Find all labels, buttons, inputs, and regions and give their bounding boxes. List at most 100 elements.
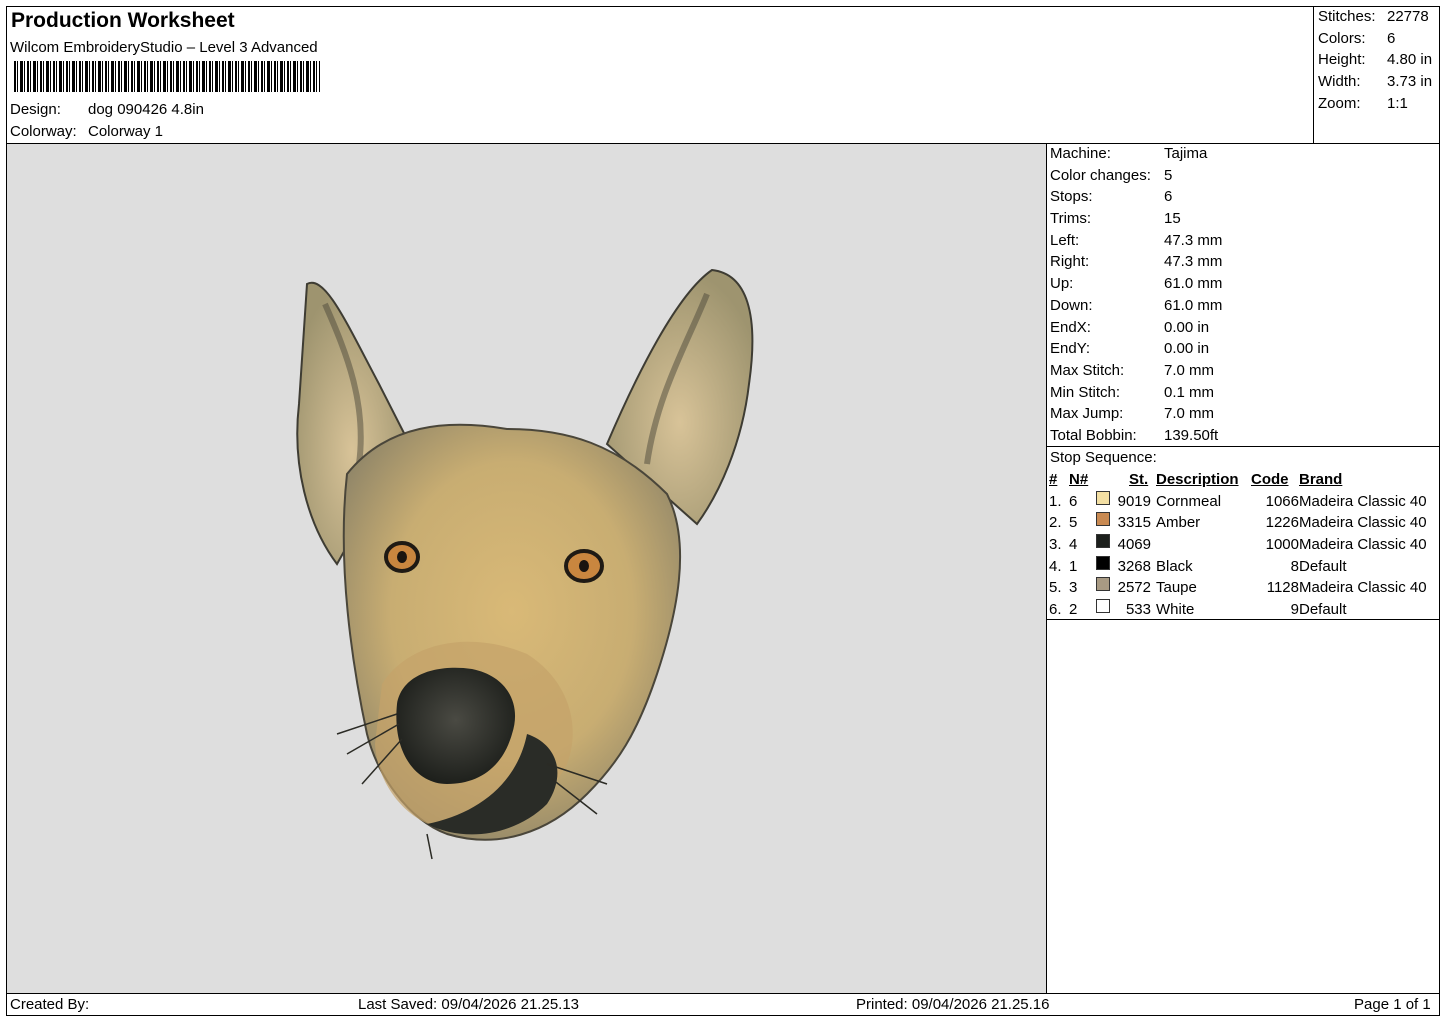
summary-row-label: Stitches: bbox=[1318, 8, 1376, 25]
stop-sequence-row: 4. 1 3268 Black 8 Default bbox=[1049, 555, 1441, 578]
footer-printed: Printed: 09/04/2026 21.25.16 bbox=[856, 996, 1050, 1013]
stop-index: 2. bbox=[1049, 514, 1062, 532]
thread-description: Cornmeal bbox=[1156, 492, 1222, 510]
machine-info-row-label: Color changes: bbox=[1050, 166, 1151, 184]
thread-description: Taupe bbox=[1156, 579, 1197, 597]
stitch-count: 4069 bbox=[1117, 536, 1151, 554]
footer-frame bbox=[6, 993, 1440, 1016]
design-preview-image bbox=[296, 268, 754, 860]
column-header: Code bbox=[1251, 471, 1289, 488]
machine-info-row-label: Left: bbox=[1050, 231, 1080, 249]
machine-info-row-label: Machine: bbox=[1050, 145, 1111, 162]
machine-info-row: Total Bobbin: 139.50ft bbox=[1050, 425, 1438, 447]
stop-index: 1. bbox=[1049, 492, 1062, 510]
stop-sequence-title: Stop Sequence: bbox=[1050, 449, 1157, 466]
summary-row-label: Width: bbox=[1318, 73, 1361, 91]
thread-code: 1128 bbox=[1266, 579, 1299, 597]
machine-info-row-value: 6 bbox=[1164, 188, 1173, 206]
machine-info-row-label: Total Bobbin: bbox=[1050, 426, 1137, 444]
machine-info-row-value: 7.0 mm bbox=[1164, 361, 1215, 379]
summary-row-label: Colors: bbox=[1318, 29, 1366, 47]
stop-sequence-row: 5. 3 2572 Taupe 1128 Madeira Classic 40 bbox=[1049, 577, 1441, 599]
machine-info-row-value: 0.00 in bbox=[1164, 318, 1210, 336]
machine-info-row-value: 139.50ft bbox=[1164, 426, 1219, 444]
design-value: dog 090426 4.8in bbox=[88, 101, 204, 118]
column-header: St. bbox=[1129, 471, 1149, 488]
machine-info-row-label: Right: bbox=[1050, 253, 1090, 271]
machine-info-row: Color changes: 5 bbox=[1050, 165, 1438, 187]
summary-row: Height: 4.80 in bbox=[1318, 49, 1438, 71]
footer-created-by: Created By: bbox=[10, 996, 90, 1013]
machine-info-row-label: Max Jump: bbox=[1050, 405, 1124, 423]
machine-info-row-label: Min Stitch: bbox=[1050, 383, 1121, 401]
stop-sequence-row: 6. 2 533 White 9 Default bbox=[1049, 599, 1441, 621]
stitch-count: 2572 bbox=[1117, 579, 1151, 597]
machine-info-row: Stops: 6 bbox=[1050, 186, 1438, 208]
thread-brand: Default bbox=[1299, 557, 1347, 575]
summary-row-value: 22778 bbox=[1387, 8, 1429, 25]
machine-info-row-label: EndY: bbox=[1050, 340, 1091, 358]
stitch-count: 3268 bbox=[1117, 557, 1151, 575]
machine-info-row-label: Max Stitch: bbox=[1050, 361, 1125, 379]
summary-row: Width: 3.73 in bbox=[1318, 71, 1438, 93]
machine-info-row: Max Jump: 7.0 mm bbox=[1050, 403, 1438, 425]
machine-info-row-value: 61.0 mm bbox=[1164, 296, 1223, 314]
machine-info-row: EndX: 0.00 in bbox=[1050, 317, 1438, 339]
summary-row-label: Height: bbox=[1318, 51, 1366, 69]
column-header: Brand bbox=[1299, 471, 1343, 488]
stitch-count: 533 bbox=[1125, 601, 1151, 619]
column-header: N# bbox=[1069, 471, 1089, 488]
machine-info-row-value: Tajima bbox=[1164, 145, 1208, 162]
needle-number: 6 bbox=[1069, 492, 1078, 510]
machine-info-row-label: Stops: bbox=[1050, 188, 1093, 206]
footer-page: Page 1 of 1 bbox=[1354, 996, 1431, 1013]
stop-index: 6. bbox=[1049, 601, 1062, 619]
footer-last-saved: Last Saved: 09/04/2026 21.25.13 bbox=[358, 996, 580, 1013]
thread-brand: Madeira Classic 40 bbox=[1299, 536, 1427, 554]
machine-info-row-value: 47.3 mm bbox=[1164, 231, 1223, 249]
machine-info-list: Machine: Tajima Color changes: 5 Stops: 6 Trim… bbox=[1050, 143, 1438, 447]
stop-sequence-row: 2. 5 3315 Amber 1226 Madeira Classic 40 bbox=[1049, 512, 1441, 534]
column-header: # bbox=[1049, 471, 1058, 488]
summary-row: Zoom: 1:1 bbox=[1318, 93, 1438, 115]
machine-info-row-label: Down: bbox=[1050, 296, 1093, 314]
thread-brand: Madeira Classic 40 bbox=[1299, 492, 1427, 510]
colorway-label: Colorway: bbox=[10, 123, 77, 140]
machine-info-row-value: 0.1 mm bbox=[1164, 383, 1215, 401]
color-swatch bbox=[1096, 555, 1110, 570]
stop-index: 5. bbox=[1049, 579, 1062, 597]
machine-info-row-label: Up: bbox=[1050, 275, 1074, 293]
machine-info-row: Trims: 15 bbox=[1050, 208, 1438, 230]
machine-info-row-label: Trims: bbox=[1050, 210, 1092, 228]
thread-brand: Madeira Classic 40 bbox=[1299, 514, 1427, 532]
stitch-count: 3315 bbox=[1117, 514, 1151, 532]
needle-number: 4 bbox=[1069, 536, 1078, 554]
machine-info-row: Min Stitch: 0.1 mm bbox=[1050, 382, 1438, 404]
machine-info-row-value: 0.00 in bbox=[1164, 340, 1210, 358]
summary-row-value: 4.80 in bbox=[1387, 51, 1433, 69]
needle-number: 1 bbox=[1069, 557, 1078, 575]
thread-code: 1226 bbox=[1265, 514, 1299, 532]
stitch-count: 9019 bbox=[1117, 492, 1151, 510]
thread-description: White bbox=[1156, 601, 1195, 619]
needle-number: 2 bbox=[1069, 601, 1078, 619]
page-title: Production Worksheet bbox=[11, 9, 235, 32]
machine-info-row: Max Stitch: 7.0 mm bbox=[1050, 360, 1438, 382]
column-header: Description bbox=[1156, 471, 1239, 488]
machine-info-row: Down: 61.0 mm bbox=[1050, 295, 1438, 317]
thread-code: 8 bbox=[1290, 557, 1299, 575]
machine-info-row: Up: 61.0 mm bbox=[1050, 273, 1438, 295]
thread-brand: Madeira Classic 40 bbox=[1299, 579, 1427, 597]
summary-row: Stitches: 22778 bbox=[1318, 6, 1438, 28]
colorway-value: Colorway 1 bbox=[88, 123, 164, 140]
needle-number: 3 bbox=[1069, 579, 1078, 597]
machine-info-row-value: 61.0 mm bbox=[1164, 275, 1223, 293]
stop-index: 4. bbox=[1049, 557, 1062, 575]
color-swatch bbox=[1096, 534, 1110, 549]
summary-row-value: 1:1 bbox=[1387, 94, 1408, 112]
machine-info-row-label: EndX: bbox=[1050, 318, 1091, 336]
machine-info-row: EndY: 0.00 in bbox=[1050, 338, 1438, 360]
summary-list: Stitches: 22778 Colors: 6 Height: 4.80 in Widt… bbox=[1318, 6, 1438, 114]
machine-info-row: Machine: Tajima bbox=[1050, 143, 1438, 165]
machine-info-row: Left: 47.3 mm bbox=[1050, 230, 1438, 252]
